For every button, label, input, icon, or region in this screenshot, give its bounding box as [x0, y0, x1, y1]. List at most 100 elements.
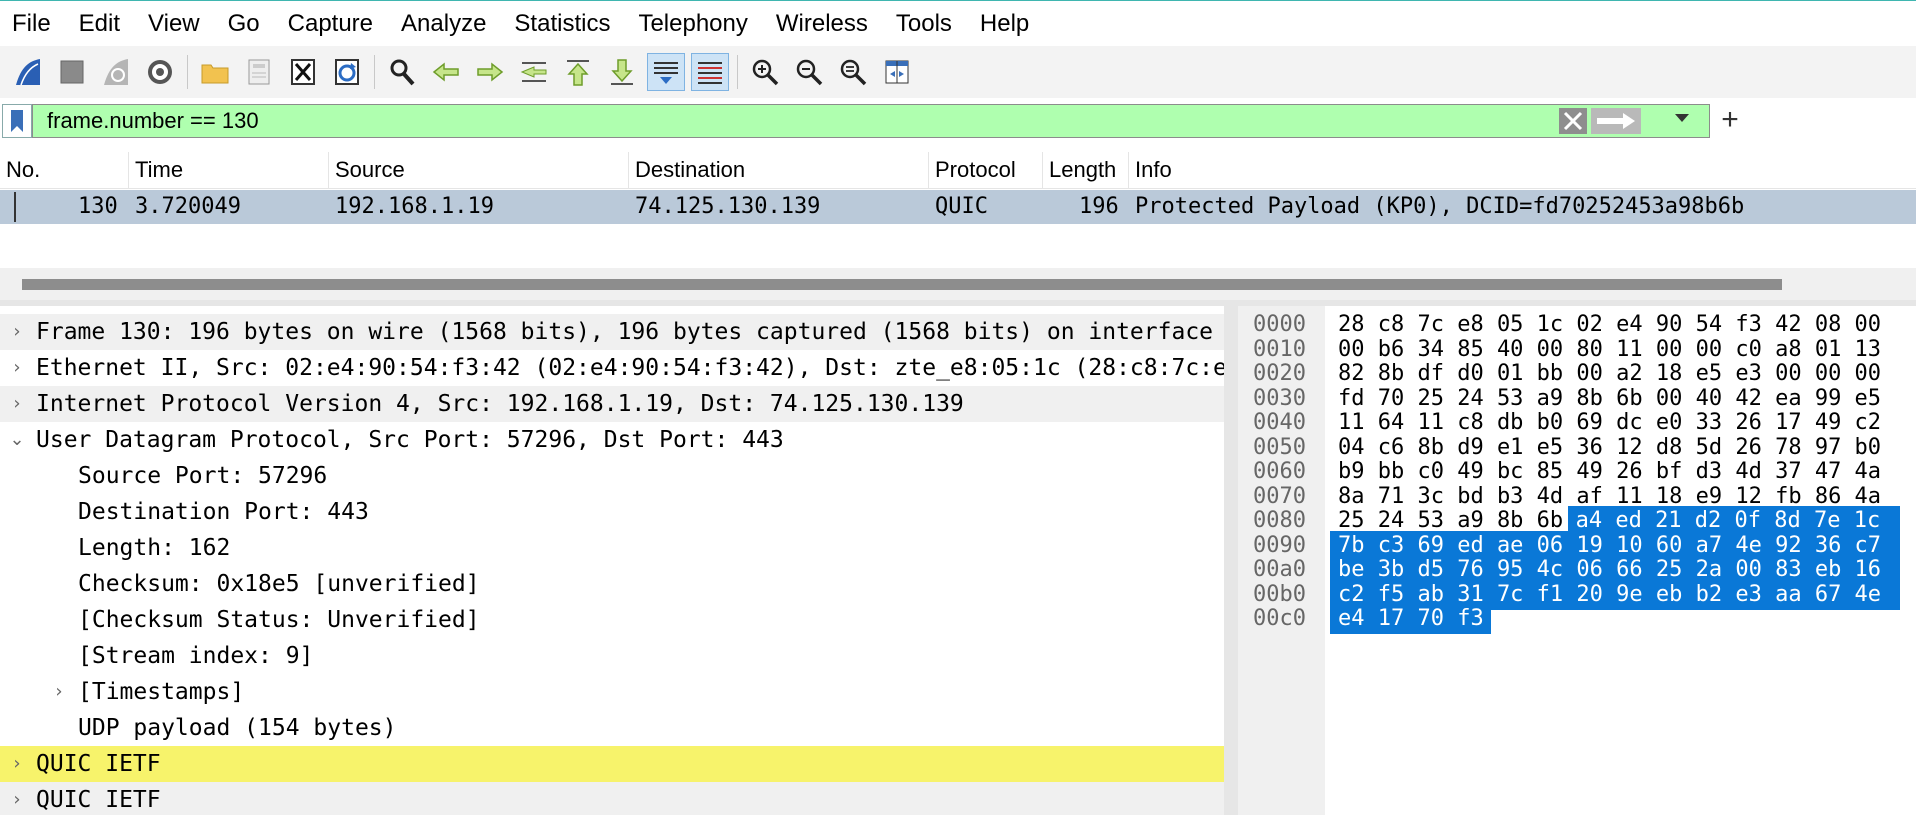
zoom-out-icon[interactable]	[790, 53, 828, 91]
capture-options-icon[interactable]	[141, 53, 179, 91]
restart-capture-icon[interactable]	[97, 53, 135, 91]
packet-protocol: QUIC	[935, 194, 988, 219]
detail-tree-item[interactable]: UDP payload (154 bytes)	[0, 710, 1224, 746]
reload-file-icon[interactable]	[328, 53, 366, 91]
expand-chevron-icon[interactable]: ›	[7, 782, 27, 815]
menu-help[interactable]: Help	[968, 1, 1045, 46]
toolbar-separator	[737, 55, 738, 89]
byte-offset: 00c0	[1253, 606, 1306, 631]
packet-length: 196	[1079, 194, 1119, 219]
hex-bytes-selected[interactable]: e4 17 70 f3	[1338, 604, 1484, 634]
column-header-no[interactable]: No.	[0, 152, 128, 188]
filter-bookmark-icon[interactable]	[2, 104, 32, 138]
column-header-time[interactable]: Time	[128, 152, 328, 188]
menu-file[interactable]: File	[0, 1, 67, 46]
detail-tree-item[interactable]: [Checksum Status: Unverified]	[0, 602, 1224, 638]
detail-tree-item[interactable]: Destination Port: 443	[0, 494, 1224, 530]
column-header-info[interactable]: Info	[1128, 152, 1916, 188]
column-header-destination[interactable]: Destination	[628, 152, 928, 188]
menu-edit[interactable]: Edit	[67, 1, 136, 46]
pane-splitter-vertical[interactable]	[1224, 306, 1238, 815]
detail-tree-item[interactable]: › Ethernet II, Src: 02:e4:90:54:f3:42 (02…	[0, 350, 1224, 386]
go-to-packet-icon[interactable]	[515, 53, 553, 91]
display-filter-bar: frame.number == 130 +	[0, 102, 1916, 140]
menu-bar: File Edit View Go Capture Analyze Statis…	[0, 1, 1916, 46]
close-file-icon[interactable]	[284, 53, 322, 91]
column-header-length[interactable]: Length	[1042, 152, 1128, 188]
toolbar-separator	[374, 55, 375, 89]
detail-tree-item[interactable]: › QUIC IETF	[0, 746, 1224, 782]
display-filter-text: frame.number == 130	[47, 108, 259, 133]
filter-history-dropdown-icon[interactable]	[1675, 114, 1689, 122]
go-forward-icon[interactable]	[471, 53, 509, 91]
detail-tree-item[interactable]: › [Timestamps]	[0, 674, 1224, 710]
detail-tree-item[interactable]: › Internet Protocol Version 4, Src: 192.1…	[0, 386, 1224, 422]
packet-no: 130	[78, 194, 118, 219]
menu-go[interactable]: Go	[216, 1, 276, 46]
go-first-icon[interactable]	[559, 53, 597, 91]
resize-columns-icon[interactable]	[878, 53, 916, 91]
detail-tree-item[interactable]: ⌄ User Datagram Protocol, Src Port: 57296…	[0, 422, 1224, 458]
clear-filter-icon[interactable]	[1559, 108, 1587, 134]
packet-destination: 74.125.130.139	[635, 194, 821, 219]
detail-tree-label: Length: 162	[78, 535, 231, 561]
packet-time: 3.720049	[135, 194, 241, 219]
colorize-icon[interactable]	[691, 53, 729, 91]
detail-tree-label: [Timestamps]	[78, 679, 245, 705]
detail-tree-item[interactable]: Checksum: 0x18e5 [unverified]	[0, 566, 1224, 602]
display-filter-input[interactable]: frame.number == 130	[32, 104, 1710, 138]
detail-tree-label: [Checksum Status: Unverified]	[78, 607, 480, 633]
detail-tree-item[interactable]: › QUIC IETF	[0, 782, 1224, 815]
bytes-row: 00c0 e4 17 70 f3	[1238, 604, 1916, 634]
scrollbar-thumb[interactable]	[22, 279, 1782, 290]
detail-tree-label: Destination Port: 443	[78, 499, 369, 525]
start-capture-icon[interactable]	[9, 53, 47, 91]
menu-wireless[interactable]: Wireless	[764, 1, 884, 46]
detail-tree-label: QUIC IETF	[36, 751, 161, 777]
column-header-source[interactable]: Source	[328, 152, 628, 188]
apply-filter-icon[interactable]	[1591, 108, 1641, 134]
main-toolbar	[0, 46, 1916, 98]
detail-tree-label: Source Port: 57296	[78, 463, 328, 489]
find-packet-icon[interactable]	[383, 53, 421, 91]
zoom-in-icon[interactable]	[746, 53, 784, 91]
expand-chevron-icon[interactable]: ›	[7, 314, 27, 350]
expand-chevron-icon[interactable]: ›	[7, 746, 27, 782]
column-header-protocol[interactable]: Protocol	[928, 152, 1042, 188]
go-last-icon[interactable]	[603, 53, 641, 91]
collapse-chevron-icon[interactable]: ⌄	[7, 422, 27, 458]
detail-tree-item[interactable]: Length: 162	[0, 530, 1224, 566]
menu-tools[interactable]: Tools	[884, 1, 968, 46]
detail-tree-item[interactable]: Source Port: 57296	[0, 458, 1224, 494]
detail-tree-label: Ethernet II, Src: 02:e4:90:54:f3:42 (02:…	[36, 355, 1224, 381]
detail-tree-label: Frame 130: 196 bytes on wire (1568 bits)…	[36, 319, 1214, 345]
menu-analyze[interactable]: Analyze	[389, 1, 502, 46]
menu-view[interactable]: View	[136, 1, 216, 46]
save-file-icon[interactable]	[240, 53, 278, 91]
detail-tree-label: User Datagram Protocol, Src Port: 57296,…	[36, 427, 784, 453]
expand-chevron-icon[interactable]: ›	[7, 386, 27, 422]
detail-tree-label: QUIC IETF	[36, 787, 161, 813]
packet-bytes-pane: 0000 28 c8 7c e8 05 1c 02 e4 90 54 f3 42 …	[1238, 306, 1916, 815]
add-filter-button-icon[interactable]: +	[1710, 104, 1750, 138]
open-file-icon[interactable]	[196, 53, 234, 91]
autoscroll-icon[interactable]	[647, 53, 685, 91]
stop-capture-icon[interactable]	[53, 53, 91, 91]
detail-tree-item[interactable]: [Stream index: 9]	[0, 638, 1224, 674]
normal-size-icon[interactable]	[834, 53, 872, 91]
menu-telephony[interactable]: Telephony	[626, 1, 763, 46]
related-packet-marker	[14, 192, 16, 222]
packet-source: 192.168.1.19	[335, 194, 494, 219]
packet-info: Protected Payload (KP0), DCID=fd70252453…	[1135, 194, 1745, 219]
expand-chevron-icon[interactable]: ›	[49, 674, 69, 710]
menu-capture[interactable]: Capture	[276, 1, 389, 46]
detail-tree-label: [Stream index: 9]	[78, 643, 314, 669]
detail-tree-item[interactable]: › Frame 130: 196 bytes on wire (1568 bits…	[0, 314, 1224, 350]
packet-list-header: No. Time Source Destination Protocol Len…	[0, 152, 1916, 189]
packet-details-pane: › Frame 130: 196 bytes on wire (1568 bits…	[0, 306, 1224, 815]
packet-row[interactable]: 130 3.720049 192.168.1.19 74.125.130.139…	[0, 190, 1916, 224]
go-back-icon[interactable]	[427, 53, 465, 91]
expand-chevron-icon[interactable]: ›	[7, 350, 27, 386]
toolbar-separator	[187, 55, 188, 89]
menu-statistics[interactable]: Statistics	[502, 1, 626, 46]
